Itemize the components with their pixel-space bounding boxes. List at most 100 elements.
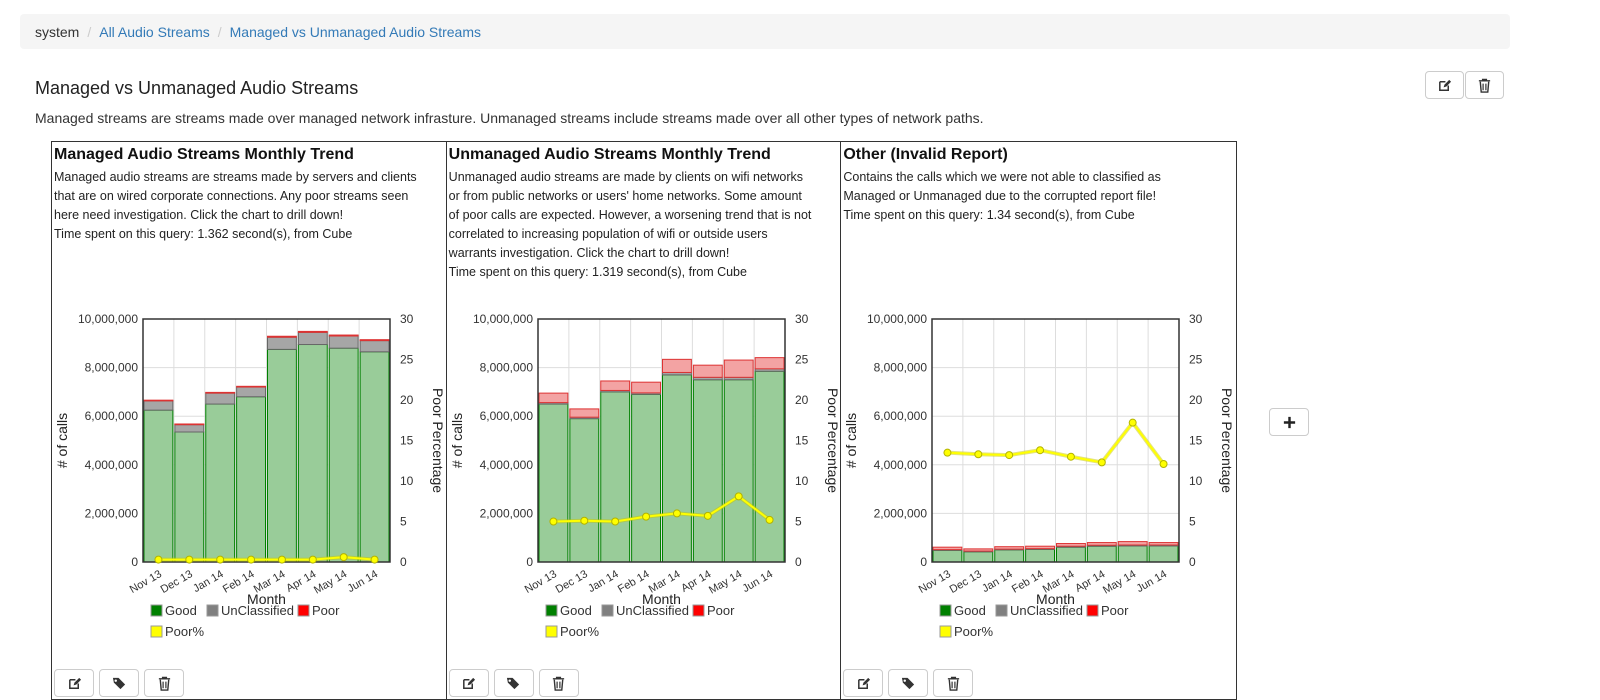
- legend-label: UnClassified: [616, 603, 689, 618]
- poor-pct-point: [154, 555, 163, 564]
- poor-pct-point: [1159, 459, 1168, 468]
- y2-tick-label: 10: [1189, 474, 1203, 488]
- edit-widget-button[interactable]: [54, 669, 94, 697]
- poor-pct-point: [1067, 452, 1076, 461]
- y-tick-label: 6,000,000: [874, 409, 928, 423]
- bar-unclassified: [297, 331, 328, 346]
- x-tick-label: Dec 13: [159, 568, 195, 596]
- y2-tick-label: 0: [400, 555, 407, 569]
- widget-panel-managed: Managed Audio Streams Monthly Trend Mana…: [52, 142, 447, 699]
- managed-trend-chart[interactable]: 0 2,000,000 4,000,000 6,000,000 8,000,000 10,…: [52, 142, 447, 667]
- delete-page-button[interactable]: [1465, 71, 1504, 99]
- poor-pct-point: [610, 517, 619, 526]
- edit-page-button[interactable]: [1425, 71, 1464, 99]
- x-tick-label: Jun 14: [1135, 568, 1170, 595]
- edit-widget-button[interactable]: [843, 669, 884, 697]
- y-tick-label: 2,000,000: [85, 506, 139, 520]
- bar-good: [359, 351, 390, 563]
- bar-poor: [1056, 543, 1087, 547]
- bar-poor: [174, 423, 205, 426]
- widget-container: Managed Audio Streams Monthly Trend Mana…: [51, 141, 1237, 700]
- x-tick-label: Dec 13: [948, 568, 984, 596]
- bar-poor: [723, 359, 754, 378]
- x-tick-label: Dec 13: [553, 568, 589, 596]
- bar-poor: [661, 358, 692, 373]
- delete-widget-button[interactable]: [538, 669, 579, 697]
- y-tick-label: 2,000,000: [874, 506, 928, 520]
- legend-label: Poor%: [165, 624, 204, 639]
- poor-pct-point: [247, 555, 256, 564]
- tags-widget-button[interactable]: [99, 669, 139, 697]
- tags-widget-button[interactable]: [493, 669, 534, 697]
- bar-poor: [328, 334, 359, 337]
- legend-label: UnClassified: [221, 603, 294, 618]
- bar-good: [236, 396, 266, 563]
- delete-widget-button[interactable]: [144, 669, 184, 697]
- y-tick-label: 8,000,000: [479, 361, 533, 375]
- x-tick-label: Jun 14: [740, 568, 775, 595]
- legend-label: Good: [560, 603, 592, 618]
- breadcrumb-separator: /: [87, 23, 92, 40]
- y-tick-label: 4,000,000: [479, 458, 533, 472]
- legend-label: UnClassified: [1010, 603, 1083, 618]
- poor-pct-point: [579, 516, 588, 525]
- widget-panel-other: Other (Invalid Report) Contains the call…: [841, 142, 1236, 699]
- y2-tick-label: 15: [400, 434, 414, 448]
- legend-swatch: [939, 604, 952, 617]
- poor-pct-point: [308, 555, 317, 564]
- bar-unclassified: [236, 386, 266, 398]
- trash-icon: [1478, 78, 1491, 93]
- trash-icon: [947, 676, 959, 691]
- poor-pct-point: [734, 492, 743, 501]
- bar-poor: [599, 380, 630, 391]
- bar-unclassified: [328, 335, 359, 349]
- y2-axis-label: Poor Percentage: [430, 388, 446, 493]
- edit-widget-button[interactable]: [448, 669, 489, 697]
- bar-good: [569, 418, 599, 563]
- y-tick-label: 6,000,000: [85, 409, 139, 423]
- y2-tick-label: 20: [1189, 393, 1203, 407]
- bar-good: [205, 403, 236, 563]
- y-tick-label: 8,000,000: [85, 361, 139, 375]
- delete-widget-button[interactable]: [933, 669, 974, 697]
- poor-pct-point: [1005, 451, 1014, 460]
- poor-pct-point: [943, 448, 952, 457]
- bar-good: [692, 379, 723, 563]
- bar-good: [174, 431, 205, 563]
- bar-good: [932, 549, 963, 563]
- y-tick-label: 10,000,000: [78, 312, 138, 326]
- unmanaged-trend-chart[interactable]: 0 2,000,000 4,000,000 6,000,000 8,000,000 10,…: [447, 142, 842, 667]
- edit-icon: [68, 677, 81, 689]
- breadcrumb-link-all-audio-streams[interactable]: All Audio Streams: [99, 24, 210, 40]
- bar-poor: [538, 392, 569, 404]
- bar-poor: [1118, 541, 1148, 546]
- bar-poor: [267, 335, 297, 338]
- x-tick-label: Nov 13: [128, 568, 164, 596]
- y2-tick-label: 5: [1189, 515, 1196, 529]
- breadcrumb-separator: /: [217, 23, 222, 40]
- y-tick-label: 10,000,000: [867, 312, 927, 326]
- x-tick-label: Apr 14: [1074, 568, 1108, 595]
- poor-pct-point: [339, 553, 348, 562]
- other-trend-chart[interactable]: 0 2,000,000 4,000,000 6,000,000 8,000,000 10,…: [841, 142, 1236, 667]
- legend-label: Poor%: [954, 624, 993, 639]
- y2-tick-label: 10: [795, 474, 809, 488]
- y-tick-label: 4,000,000: [85, 458, 139, 472]
- breadcrumb-link-current[interactable]: Managed vs Unmanaged Audio Streams: [230, 24, 481, 40]
- bar-poor: [236, 385, 266, 388]
- poor-pct-point: [1098, 458, 1107, 467]
- tags-widget-button[interactable]: [888, 669, 929, 697]
- bar-poor: [1148, 542, 1179, 546]
- legend-label: Poor%: [560, 624, 599, 639]
- y-tick-label: 0: [921, 555, 928, 569]
- y2-axis-label: Poor Percentage: [825, 388, 841, 493]
- legend-label: Poor: [312, 603, 340, 618]
- legend-label: Good: [165, 603, 197, 618]
- bar-poor: [994, 546, 1025, 550]
- edit-icon: [463, 677, 476, 689]
- edit-icon: [1439, 79, 1452, 91]
- add-widget-button[interactable]: [1269, 408, 1309, 436]
- breadcrumb: system / All Audio Streams / Managed vs …: [20, 14, 1510, 49]
- legend-swatch: [545, 625, 558, 638]
- x-tick-label: Nov 13: [917, 568, 953, 596]
